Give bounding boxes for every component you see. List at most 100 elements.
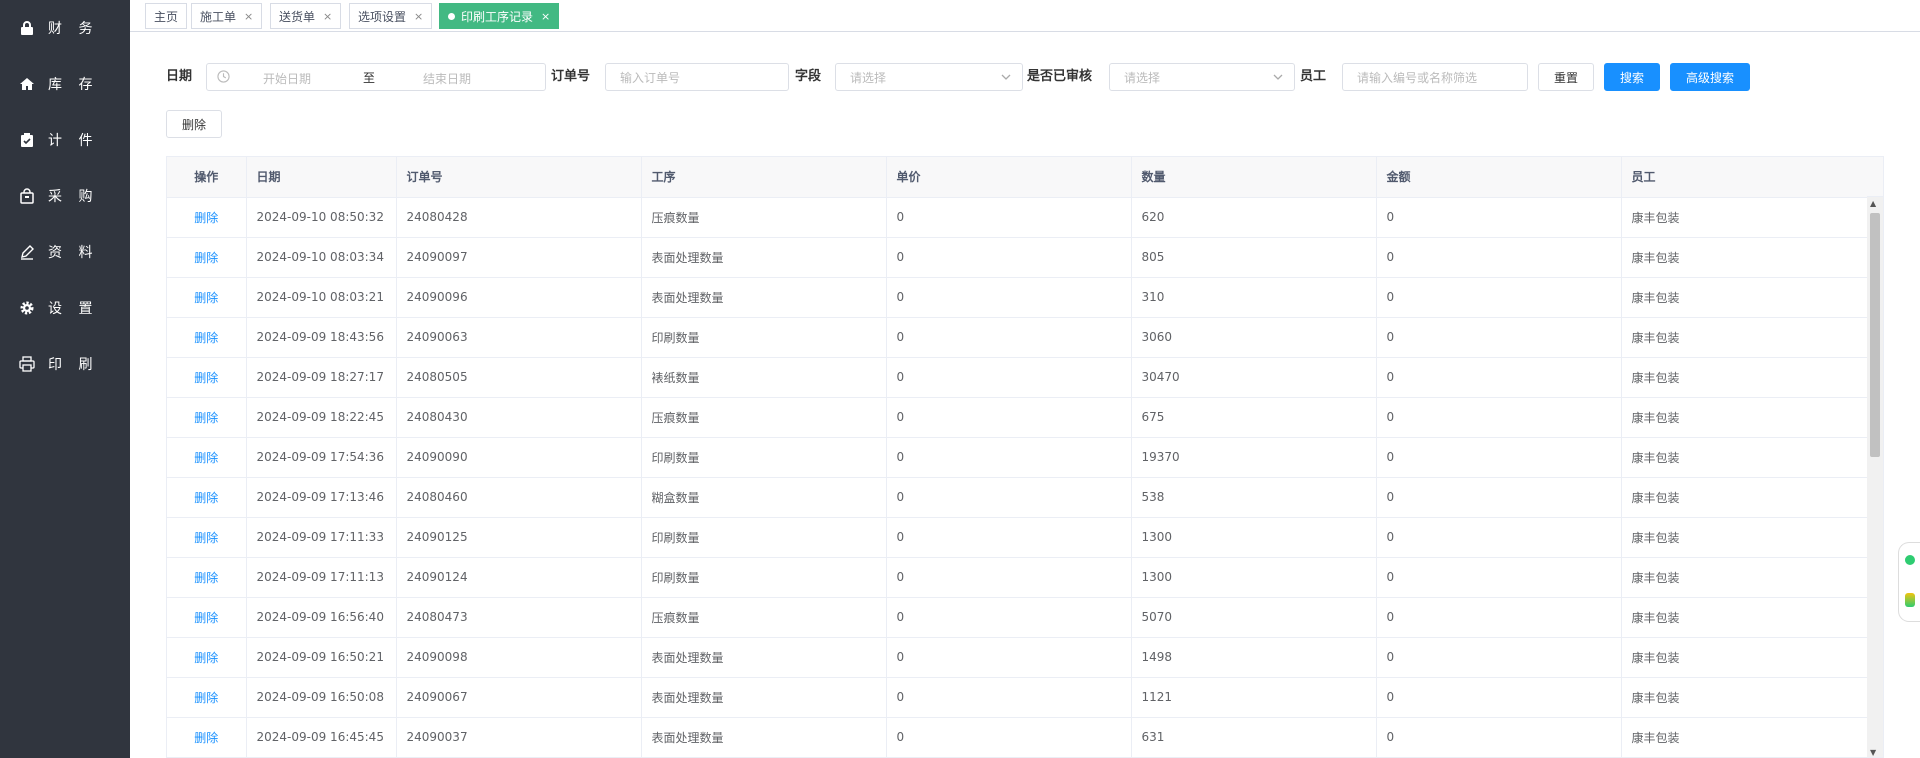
- sidebar-item-inventory[interactable]: 库 存: [0, 56, 130, 112]
- sidebar-item-printing[interactable]: 印 刷: [0, 336, 130, 392]
- unit-price-cell: 0: [886, 237, 1132, 278]
- close-icon[interactable]: ×: [414, 10, 423, 23]
- close-icon[interactable]: ×: [323, 10, 332, 23]
- table-row[interactable]: 删除 2024-09-10 08:03:21 24090096 表面处理数量 0 310 0…: [167, 277, 1868, 318]
- order-input[interactable]: 输入订单号: [605, 63, 789, 91]
- tab-option-settings[interactable]: 选项设置 ×: [349, 3, 433, 29]
- amount-cell: 0: [1376, 637, 1622, 678]
- row-delete-link[interactable]: 删除: [194, 611, 218, 625]
- vertical-scrollbar[interactable]: ▲ ▼: [1867, 197, 1883, 757]
- unit-price-cell: 0: [886, 437, 1132, 478]
- search-button[interactable]: 搜索: [1604, 63, 1660, 91]
- quantity-cell: 3060: [1131, 317, 1377, 358]
- row-delete-link[interactable]: 删除: [194, 451, 218, 465]
- close-icon[interactable]: ×: [244, 10, 253, 23]
- date-cell: 2024-09-09 16:50:08: [246, 677, 397, 718]
- table-row[interactable]: 删除 2024-09-09 18:22:45 24080430 压痕数量 0 675 0 康丰…: [167, 397, 1868, 438]
- order-cell: 24080430: [396, 397, 642, 438]
- row-delete-link[interactable]: 删除: [194, 691, 218, 705]
- row-delete-link[interactable]: 删除: [194, 491, 218, 505]
- scroll-down-icon[interactable]: ▼: [1870, 748, 1876, 757]
- quantity-cell: 538: [1131, 477, 1377, 518]
- tab-home[interactable]: 主页: [145, 3, 188, 29]
- sidebar-item-data[interactable]: 资 料: [0, 224, 130, 280]
- row-action-cell: 删除: [167, 357, 247, 398]
- tab-delivery[interactable]: 送货单 ×: [270, 3, 342, 29]
- row-delete-link[interactable]: 删除: [194, 331, 218, 345]
- table-row[interactable]: 删除 2024-09-09 16:50:21 24090098 表面处理数量 0 1498…: [167, 637, 1868, 678]
- table-row[interactable]: 删除 2024-09-09 18:43:56 24090063 印刷数量 0 3060 0 康…: [167, 317, 1868, 358]
- column-header-date[interactable]: 日期: [246, 157, 397, 198]
- column-header-quantity[interactable]: 数量: [1131, 157, 1377, 198]
- row-delete-link[interactable]: 删除: [194, 571, 218, 585]
- table-row[interactable]: 删除 2024-09-09 17:11:33 24090125 印刷数量 0 1300 0 康…: [167, 517, 1868, 558]
- table-row[interactable]: 删除 2024-09-09 16:50:08 24090067 表面处理数量 0 1121…: [167, 677, 1868, 718]
- date-cell: 2024-09-10 08:03:21: [246, 277, 397, 318]
- process-cell: 表面处理数量: [641, 677, 887, 718]
- floating-widget[interactable]: [1898, 542, 1920, 622]
- scroll-up-icon[interactable]: ▲: [1870, 199, 1876, 208]
- amount-cell: 0: [1376, 197, 1622, 238]
- reset-button[interactable]: 重置: [1538, 63, 1594, 91]
- column-header-amount[interactable]: 金额: [1376, 157, 1622, 198]
- row-delete-link[interactable]: 删除: [194, 211, 218, 225]
- audited-select[interactable]: 请选择: [1109, 63, 1295, 91]
- field-select[interactable]: 请选择: [835, 63, 1023, 91]
- sidebar-item-purchase[interactable]: 采 购: [0, 168, 130, 224]
- edit-icon: [18, 243, 36, 261]
- sidebar-item-piecework[interactable]: 计 件: [0, 112, 130, 168]
- tab-work-order[interactable]: 施工单 ×: [191, 3, 263, 29]
- order-cell: 24090124: [396, 557, 642, 598]
- row-delete-link[interactable]: 删除: [194, 371, 218, 385]
- row-delete-link[interactable]: 删除: [194, 291, 218, 305]
- table-row[interactable]: 删除 2024-09-10 08:03:34 24090097 表面处理数量 0 805 0…: [167, 237, 1868, 278]
- gear-icon: [18, 299, 36, 317]
- table-row[interactable]: 删除 2024-09-09 17:13:46 24080460 糊盒数量 0 538 0 康丰…: [167, 477, 1868, 518]
- row-delete-link[interactable]: 删除: [194, 411, 218, 425]
- order-cell: 24090090: [396, 437, 642, 478]
- table-row[interactable]: 删除 2024-09-09 16:56:40 24080473 压痕数量 0 5070 0 康…: [167, 597, 1868, 638]
- unit-price-cell: 0: [886, 197, 1132, 238]
- column-header-process[interactable]: 工序: [641, 157, 887, 198]
- sidebar-item-finance[interactable]: 财 务: [0, 0, 130, 56]
- column-header-employee[interactable]: 员工: [1621, 157, 1868, 198]
- amount-cell: 0: [1376, 397, 1622, 438]
- tab-label: 施工单: [200, 9, 237, 24]
- table-row[interactable]: 删除 2024-09-09 18:27:17 24080505 裱纸数量 0 30470 0…: [167, 357, 1868, 398]
- date-cell: 2024-09-09 18:43:56: [246, 317, 397, 358]
- employee-input[interactable]: 请输入编号或名称筛选: [1342, 63, 1528, 91]
- advanced-search-button[interactable]: 高级搜索: [1670, 63, 1750, 91]
- row-delete-link[interactable]: 删除: [194, 251, 218, 265]
- printer-icon: [18, 355, 36, 373]
- batch-delete-button[interactable]: 删除: [166, 110, 222, 138]
- row-delete-link[interactable]: 删除: [194, 731, 218, 745]
- column-header-order[interactable]: 订单号: [396, 157, 642, 198]
- date-cell: 2024-09-09 18:22:45: [246, 397, 397, 438]
- tab-label: 主页: [154, 9, 179, 24]
- quantity-cell: 5070: [1131, 597, 1377, 638]
- row-action-cell: 删除: [167, 197, 247, 238]
- row-delete-link[interactable]: 删除: [194, 651, 218, 665]
- sidebar-item-settings[interactable]: 设 置: [0, 280, 130, 336]
- row-delete-link[interactable]: 删除: [194, 531, 218, 545]
- tab-print-process-records[interactable]: 印刷工序记录 ×: [439, 3, 560, 29]
- unit-price-cell: 0: [886, 677, 1132, 718]
- start-date-input[interactable]: 开始日期: [263, 70, 311, 87]
- quantity-cell: 19370: [1131, 437, 1377, 478]
- employee-cell: 康丰包装: [1621, 517, 1868, 558]
- end-date-input[interactable]: 结束日期: [423, 70, 471, 87]
- amount-cell: 0: [1376, 477, 1622, 518]
- column-header-unit-price[interactable]: 单价: [886, 157, 1132, 198]
- clipboard-icon: [18, 131, 36, 149]
- table-row[interactable]: 删除 2024-09-09 17:54:36 24090090 印刷数量 0 19370 0…: [167, 437, 1868, 478]
- date-cell: 2024-09-10 08:50:32: [246, 197, 397, 238]
- unit-price-cell: 0: [886, 717, 1132, 757]
- table-row[interactable]: 删除 2024-09-09 16:45:45 24090037 表面处理数量 0 631 0…: [167, 717, 1868, 757]
- quantity-cell: 631: [1131, 717, 1377, 757]
- employee-cell: 康丰包装: [1621, 277, 1868, 318]
- close-icon[interactable]: ×: [541, 10, 550, 23]
- table-row[interactable]: 删除 2024-09-09 17:11:13 24090124 印刷数量 0 1300 0 康…: [167, 557, 1868, 598]
- date-range-picker[interactable]: 开始日期 至 结束日期: [206, 63, 546, 91]
- scrollbar-thumb[interactable]: [1870, 213, 1880, 457]
- table-row[interactable]: 删除 2024-09-10 08:50:32 24080428 压痕数量 0 620 0 康丰…: [167, 197, 1868, 238]
